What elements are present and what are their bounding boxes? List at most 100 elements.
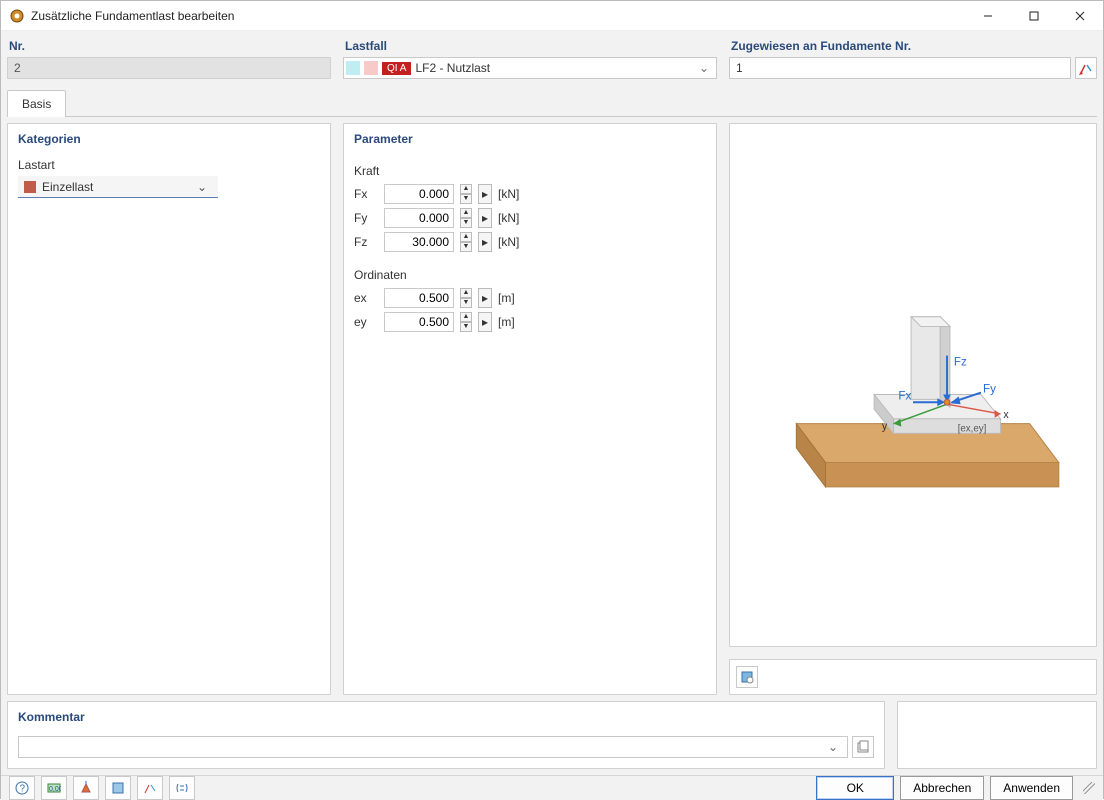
lastart-dropdown[interactable]: Einzellast ⌄ bbox=[18, 176, 218, 198]
fz-spinner[interactable]: ▲▼ bbox=[460, 232, 472, 252]
fz-row: Fz ▲▼ ▸ [kN] bbox=[354, 230, 706, 254]
nr-field[interactable]: 2 bbox=[7, 57, 331, 79]
object-info-button[interactable] bbox=[105, 776, 131, 800]
fz-label: Fz bbox=[354, 235, 378, 249]
ex-input[interactable] bbox=[384, 288, 454, 308]
lastfall-dropdown[interactable]: QI A LF2 - Nutzlast ⌄ bbox=[343, 57, 717, 79]
fz-input[interactable] bbox=[384, 232, 454, 252]
kommentar-library-button[interactable] bbox=[852, 736, 874, 758]
left-column: Kategorien Lastart Einzellast ⌄ bbox=[7, 123, 331, 695]
preview-panel: x y Fz Fx Fy [ex,ey] bbox=[729, 123, 1097, 647]
parameter-title: Parameter bbox=[344, 124, 716, 152]
ey-row: ey ▲▼ ▸ [m] bbox=[354, 310, 706, 334]
kategorien-title: Kategorien bbox=[8, 124, 330, 152]
ok-button[interactable]: OK bbox=[816, 776, 894, 800]
tabstrip: Basis bbox=[7, 89, 1097, 117]
ey-input[interactable] bbox=[384, 312, 454, 332]
svg-text:y: y bbox=[882, 420, 888, 432]
ex-row: ex ▲▼ ▸ [m] bbox=[354, 286, 706, 310]
lastart-value: Einzellast bbox=[42, 180, 192, 194]
bottom-row: Kommentar ⌄ bbox=[7, 701, 1097, 769]
script-button[interactable] bbox=[169, 776, 195, 800]
lastfall-label: Lastfall bbox=[343, 37, 717, 57]
ey-spinner[interactable]: ▲▼ bbox=[460, 312, 472, 332]
pick-from-view-button[interactable] bbox=[1075, 57, 1097, 79]
help-button[interactable]: ? bbox=[9, 776, 35, 800]
fy-label: Fy bbox=[354, 211, 378, 225]
hint-panel bbox=[897, 701, 1097, 769]
top-row: Nr. 2 Lastfall QI A LF2 - Nutzlast ⌄ Zug… bbox=[7, 37, 1097, 79]
ex-unit: [m] bbox=[498, 291, 515, 305]
kommentar-label: Kommentar bbox=[8, 702, 884, 730]
fx-spinner[interactable]: ▲▼ bbox=[460, 184, 472, 204]
kraft-label: Kraft bbox=[354, 164, 706, 178]
fy-input[interactable] bbox=[384, 208, 454, 228]
fx-unit: [kN] bbox=[498, 187, 519, 201]
titlebar-text: Zusätzliche Fundamentlast bearbeiten bbox=[31, 9, 965, 23]
preview-illustration: x y Fz Fx Fy [ex,ey] bbox=[738, 132, 1088, 638]
fx-input[interactable] bbox=[384, 184, 454, 204]
lastfall-color2-icon bbox=[364, 61, 378, 75]
kommentar-dropdown[interactable]: ⌄ bbox=[18, 736, 848, 758]
minimize-button[interactable] bbox=[965, 1, 1011, 31]
svg-text:Fz: Fz bbox=[954, 355, 967, 368]
fy-step-button[interactable]: ▸ bbox=[478, 208, 492, 228]
fx-step-button[interactable]: ▸ bbox=[478, 184, 492, 204]
ordinaten-label: Ordinaten bbox=[354, 268, 706, 282]
lastfall-badge: QI A bbox=[382, 62, 411, 75]
fx-label: Fx bbox=[354, 187, 378, 201]
zugewiesen-input[interactable]: 1 bbox=[729, 57, 1071, 79]
maximize-button[interactable] bbox=[1011, 1, 1057, 31]
lastfall-group: Lastfall QI A LF2 - Nutzlast ⌄ bbox=[343, 37, 717, 79]
lastfall-text: LF2 - Nutzlast bbox=[415, 61, 690, 75]
app-icon bbox=[9, 8, 25, 24]
svg-text:0,00: 0,00 bbox=[49, 786, 61, 793]
tab-basis[interactable]: Basis bbox=[7, 90, 66, 117]
kategorien-panel: Kategorien Lastart Einzellast ⌄ bbox=[7, 123, 331, 695]
nr-group: Nr. 2 bbox=[7, 37, 331, 79]
units-button[interactable]: 0,00 bbox=[41, 776, 67, 800]
cancel-button[interactable]: Abbrechen bbox=[900, 776, 984, 800]
chevron-down-icon: ⌄ bbox=[192, 180, 212, 194]
chevron-down-icon: ⌄ bbox=[823, 740, 843, 754]
kommentar-panel: Kommentar ⌄ bbox=[7, 701, 885, 769]
svg-text:Fy: Fy bbox=[983, 383, 996, 396]
fy-spinner[interactable]: ▲▼ bbox=[460, 208, 472, 228]
load-case-button[interactable] bbox=[73, 776, 99, 800]
zugewiesen-group: Zugewiesen an Fundamente Nr. 1 bbox=[729, 37, 1097, 79]
close-button[interactable] bbox=[1057, 1, 1103, 31]
parameter-panel: Parameter Kraft Fx ▲▼ ▸ [kN] Fy ▲▼ ▸ bbox=[343, 123, 717, 695]
fz-unit: [kN] bbox=[498, 235, 519, 249]
lastart-color-icon bbox=[24, 181, 36, 193]
pick-button[interactable] bbox=[137, 776, 163, 800]
dialog-window: Zusätzliche Fundamentlast bearbeiten Nr.… bbox=[0, 0, 1104, 799]
chevron-down-icon: ⌄ bbox=[694, 61, 714, 75]
ey-step-button[interactable]: ▸ bbox=[478, 312, 492, 332]
fz-step-button[interactable]: ▸ bbox=[478, 232, 492, 252]
lastfall-color1-icon bbox=[346, 61, 360, 75]
ey-unit: [m] bbox=[498, 315, 515, 329]
svg-text:[ex,ey]: [ex,ey] bbox=[958, 423, 987, 434]
right-column: x y Fz Fx Fy [ex,ey] bbox=[729, 123, 1097, 695]
resize-grip-icon[interactable] bbox=[1083, 782, 1095, 794]
fy-row: Fy ▲▼ ▸ [kN] bbox=[354, 206, 706, 230]
lastart-label: Lastart bbox=[18, 158, 320, 172]
svg-text:Fx: Fx bbox=[898, 389, 911, 402]
ex-spinner[interactable]: ▲▼ bbox=[460, 288, 472, 308]
titlebar: Zusätzliche Fundamentlast bearbeiten bbox=[1, 1, 1103, 31]
footer: ? 0,00 OK Abbrechen Anwenden bbox=[1, 775, 1103, 800]
apply-button[interactable]: Anwenden bbox=[990, 776, 1073, 800]
preview-toolbar bbox=[729, 659, 1097, 695]
ex-step-button[interactable]: ▸ bbox=[478, 288, 492, 308]
nr-label: Nr. bbox=[7, 37, 331, 57]
fy-unit: [kN] bbox=[498, 211, 519, 225]
zugewiesen-label: Zugewiesen an Fundamente Nr. bbox=[729, 37, 1097, 57]
fx-row: Fx ▲▼ ▸ [kN] bbox=[354, 182, 706, 206]
ey-label: ey bbox=[354, 315, 378, 329]
content-area: Nr. 2 Lastfall QI A LF2 - Nutzlast ⌄ Zug… bbox=[1, 31, 1103, 775]
svg-text:?: ? bbox=[20, 783, 26, 794]
ex-label: ex bbox=[354, 291, 378, 305]
main-row: Kategorien Lastart Einzellast ⌄ Paramete… bbox=[7, 123, 1097, 695]
svg-text:x: x bbox=[1003, 409, 1009, 421]
preview-settings-button[interactable] bbox=[736, 666, 758, 688]
